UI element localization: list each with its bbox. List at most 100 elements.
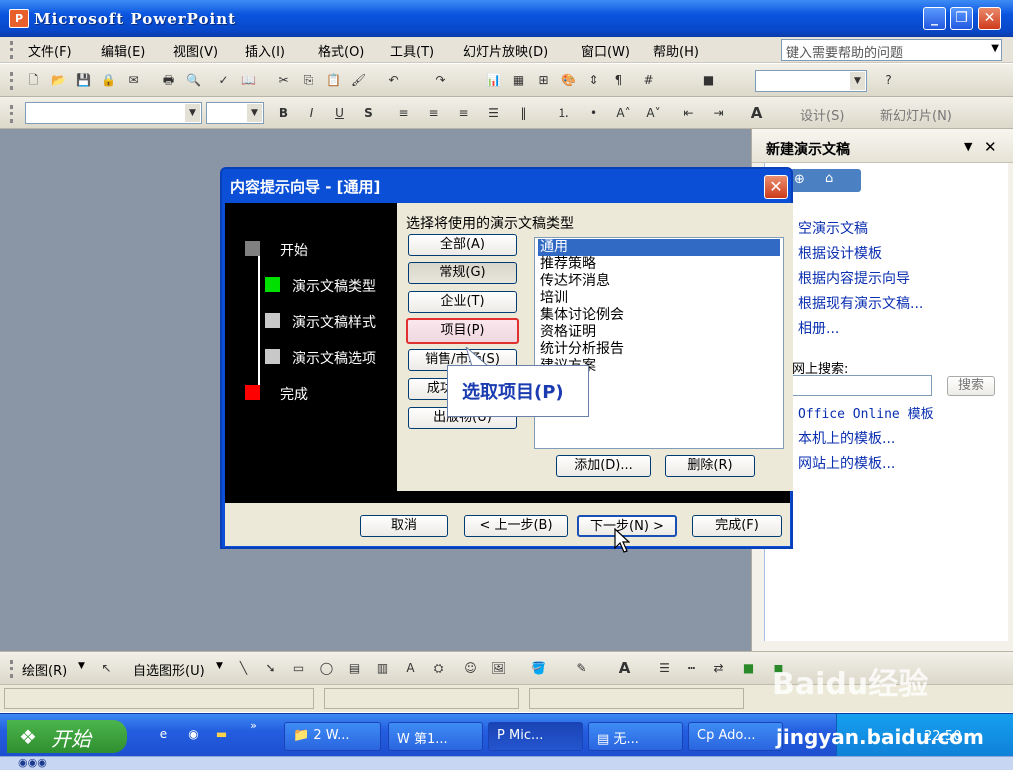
draw-menu[interactable]: 绘图(R) [22, 660, 67, 679]
email-icon[interactable]: ✉ [125, 72, 142, 89]
web-search-input[interactable] [792, 375, 932, 396]
permission-icon[interactable]: 🔒 [100, 72, 117, 89]
chevron-down-icon[interactable]: ▼ [78, 661, 85, 671]
undo-icon[interactable]: ↶ [385, 72, 402, 89]
menu-file[interactable]: 文件(F) [28, 41, 72, 60]
menu-help[interactable]: 帮助(H) [653, 41, 699, 60]
toolbar-grip[interactable] [10, 105, 13, 123]
menu-tools[interactable]: 工具(T) [390, 41, 434, 60]
taskbar-item-active[interactable]: P Mic... [488, 722, 583, 751]
tables-borders-icon[interactable]: ⊞ [535, 72, 552, 89]
menu-window[interactable]: 窗口(W) [581, 41, 630, 60]
step-presentation-style[interactable]: 演示文稿样式 [292, 312, 376, 332]
dash-style-icon[interactable]: ┅ [683, 660, 700, 677]
link-photo-album[interactable]: 相册... [798, 318, 839, 338]
title-bar[interactable]: P Microsoft PowerPoint _ ❐ ✕ [0, 0, 1013, 37]
open-folder-icon[interactable]: 📂 [50, 72, 67, 89]
show-formatting-icon[interactable]: ¶ [610, 72, 627, 89]
chevron-down-icon[interactable]: ▼ [216, 661, 223, 671]
font-name-combo[interactable]: ▼ [25, 102, 202, 124]
line-icon[interactable]: ╲ [235, 660, 252, 677]
textbox-icon[interactable]: ▤ [346, 660, 363, 677]
font-color-button[interactable]: A [748, 105, 765, 122]
internet-explorer-icon[interactable]: e [155, 726, 172, 743]
select-objects-icon[interactable]: ↖ [98, 660, 115, 677]
category-general-button[interactable]: 常规(G) [408, 262, 517, 284]
link-local-templates[interactable]: 本机上的模板... [798, 428, 895, 448]
list-item[interactable]: 资格证明 [538, 324, 780, 341]
chevron-down-icon[interactable]: ▼ [185, 104, 200, 122]
color-grayscale-icon[interactable]: ■ [700, 72, 717, 89]
folder-icon[interactable]: ▬ [213, 726, 230, 743]
new-file-icon[interactable]: 🗋 [25, 72, 42, 89]
line-color-icon[interactable]: ✎ [573, 660, 590, 677]
delete-button[interactable]: 删除(R) [665, 455, 755, 477]
decrease-font-icon[interactable]: A˅ [645, 105, 662, 122]
taskbar-item[interactable]: Cp Ado... [688, 722, 783, 751]
redo-icon[interactable]: ↷ [432, 72, 449, 89]
step-presentation-options[interactable]: 演示文稿选项 [292, 348, 376, 368]
list-item[interactable]: 集体讨论例会 [538, 307, 780, 324]
cut-icon[interactable]: ✂ [275, 72, 292, 89]
paste-icon[interactable]: 📋 [325, 72, 342, 89]
new-slide-button[interactable]: 新幻灯片(N) [880, 105, 952, 124]
menu-view[interactable]: 视图(V) [173, 41, 218, 60]
shadow-style-icon[interactable]: ■ [740, 660, 757, 677]
forward-icon[interactable]: ⊕ [794, 172, 805, 187]
taskbar-item[interactable]: 📁 2 W... [284, 722, 381, 751]
link-blank-presentation[interactable]: 空演示文稿 [798, 218, 868, 238]
clipart-icon[interactable]: ☺ [462, 660, 479, 677]
link-website-templates[interactable]: 网站上的模板... [798, 453, 895, 473]
copy-icon[interactable]: ⎘ [300, 72, 317, 89]
quick-launch-more-icon[interactable]: » [245, 717, 262, 734]
close-button[interactable]: ✕ [978, 7, 1001, 30]
menu-insert[interactable]: 插入(I) [245, 41, 285, 60]
font-color-icon[interactable]: A [616, 660, 633, 677]
powerpoint-app-icon[interactable]: P [9, 9, 29, 28]
insert-chart-icon[interactable]: 📊 [485, 72, 502, 89]
format-painter-icon[interactable]: 🖌 [350, 72, 367, 89]
help-icon[interactable]: ? [880, 72, 897, 89]
vertical-textbox-icon[interactable]: ▥ [374, 660, 391, 677]
close-icon[interactable]: ✕ [984, 138, 997, 156]
numbering-icon[interactable]: ⒈ [555, 105, 572, 122]
menubar-grip[interactable] [10, 41, 13, 59]
increase-font-icon[interactable]: A˄ [615, 105, 632, 122]
category-all-button[interactable]: 全部(A) [408, 234, 517, 256]
font-size-combo[interactable]: ▼ [206, 102, 264, 124]
arrow-icon[interactable]: ➘ [262, 660, 279, 677]
search-button[interactable]: 搜索 [947, 376, 995, 396]
menu-edit[interactable]: 编辑(E) [101, 41, 145, 60]
list-item[interactable]: 培训 [538, 290, 780, 307]
step-start[interactable]: 开始 [280, 240, 308, 260]
finish-button[interactable]: 完成(F) [692, 515, 782, 537]
browser-icon[interactable]: ◉ [185, 726, 202, 743]
rectangle-icon[interactable]: ▭ [290, 660, 307, 677]
print-preview-icon[interactable]: 🔍 [185, 72, 202, 89]
dialog-close-button[interactable]: ✕ [764, 175, 788, 199]
wordart-icon[interactable]: A [402, 660, 419, 677]
start-button[interactable]: ❖ 开始 [7, 720, 127, 753]
design-button[interactable]: 设计(S) [800, 105, 844, 124]
link-office-online-templates[interactable]: Office Online 模板 [798, 403, 934, 422]
save-icon[interactable]: 💾 [75, 72, 92, 89]
insert-clipart-icon[interactable]: 🎨 [560, 72, 577, 89]
menu-format[interactable]: 格式(O) [318, 41, 364, 60]
research-icon[interactable]: 📖 [240, 72, 257, 89]
step-finish[interactable]: 完成 [280, 384, 308, 404]
toolbar-grip[interactable] [10, 660, 13, 678]
home-icon[interactable]: ⌂ [825, 171, 833, 186]
print-icon[interactable]: 🖶 [160, 72, 177, 89]
link-existing-presentation[interactable]: 根据现有演示文稿... [798, 293, 923, 313]
insert-table-icon[interactable]: ▦ [510, 72, 527, 89]
picture-icon[interactable]: 🖼 [490, 660, 507, 677]
diagram-icon[interactable]: ⛭ [430, 660, 447, 677]
underline-button[interactable]: U [331, 105, 348, 122]
help-search-input[interactable]: 键入需要帮助的问题 ▼ [781, 39, 1002, 61]
play-controls-icon[interactable]: ◉◉◉ [18, 756, 47, 769]
chevron-down-icon[interactable]: ▼ [991, 43, 999, 54]
autoshapes-menu[interactable]: 自选图形(U) [133, 660, 205, 679]
distribute-icon[interactable]: ☰ [485, 105, 502, 122]
restore-button[interactable]: ❐ [950, 7, 973, 30]
align-left-icon[interactable]: ≡ [395, 105, 412, 122]
